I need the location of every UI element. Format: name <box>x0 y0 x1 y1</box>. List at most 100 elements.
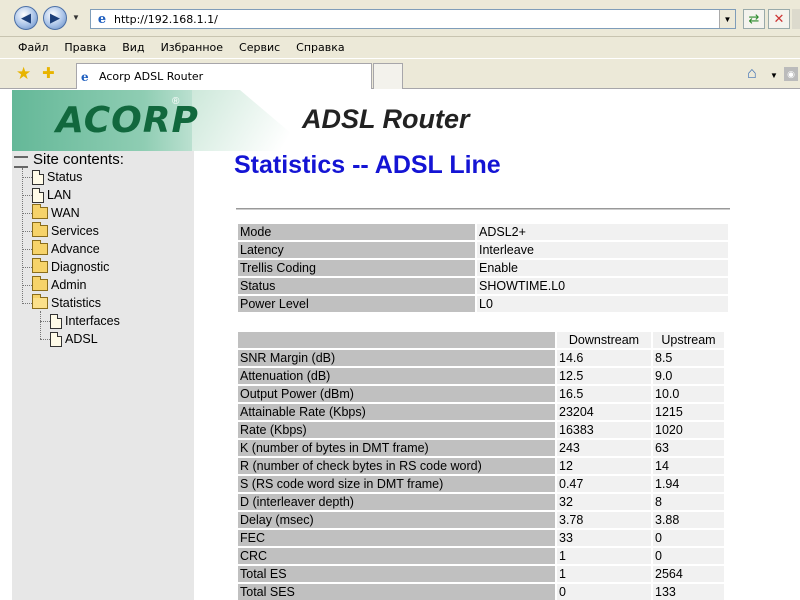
row-label: Attainable Rate (Kbps) <box>238 404 555 420</box>
table-row: D (interleaver depth) 32 8 <box>238 494 724 510</box>
tree-connector <box>40 311 41 339</box>
menu-favorites[interactable]: Избранное <box>161 41 223 54</box>
tree-connector <box>22 177 32 178</box>
sidebar: Site contents: Status LAN WAN Services A… <box>12 151 194 600</box>
downstream-value: 23204 <box>557 404 651 420</box>
table-row: CRC 1 0 <box>238 548 724 564</box>
table-row: FEC 33 0 <box>238 530 724 546</box>
menu-edit[interactable]: Правка <box>64 41 106 54</box>
home-dropdown-icon[interactable]: ▼ <box>770 71 778 80</box>
tab-acorp-router[interactable]: e Acorp ADSL Router <box>76 63 372 89</box>
stop-button[interactable]: ✕ <box>768 9 790 29</box>
rss-icon[interactable]: ◉ <box>784 67 798 81</box>
row-label: K (number of bytes in DMT frame) <box>238 440 555 456</box>
row-label: Total SES <box>238 584 555 600</box>
tree-connector <box>22 168 23 304</box>
table-row: Attenuation (dB) 12.5 9.0 <box>238 368 724 384</box>
sidebar-item-admin[interactable]: Admin <box>32 276 86 294</box>
main-content: Statistics -- ADSL Line Mode ADSL2+ Laten… <box>194 151 800 600</box>
sidebar-item-label[interactable]: Admin <box>51 278 86 292</box>
sidebar-item-status[interactable]: Status <box>32 168 82 186</box>
table-row: Status SHOWTIME.L0 <box>238 278 728 294</box>
row-label: Status <box>238 278 475 294</box>
stop-icon: ✕ <box>773 11 785 26</box>
sidebar-item-label[interactable]: Interfaces <box>65 314 120 328</box>
row-label: Rate (Kbps) <box>238 422 555 438</box>
sidebar-item-label[interactable]: Advance <box>51 242 100 256</box>
url-input[interactable]: e http://192.168.1.1/ ▼ <box>90 9 736 29</box>
sidebar-item-label[interactable]: LAN <box>47 188 71 202</box>
sidebar-item-interfaces[interactable]: Interfaces <box>50 312 120 330</box>
menu-tools[interactable]: Сервис <box>239 41 280 54</box>
sidebar-item-label[interactable]: Diagnostic <box>51 260 109 274</box>
back-button[interactable]: ◀ <box>14 6 38 30</box>
sidebar-item-wan[interactable]: WAN <box>32 204 80 222</box>
downstream-value: 3.78 <box>557 512 651 528</box>
sidebar-item-label[interactable]: Status <box>47 170 82 184</box>
menu-help[interactable]: Справка <box>296 41 344 54</box>
row-value: SHOWTIME.L0 <box>477 278 728 294</box>
menu-view[interactable]: Вид <box>122 41 144 54</box>
add-favorite-icon[interactable]: ✚ <box>42 64 55 82</box>
downstream-value: 12 <box>557 458 651 474</box>
upstream-value: 0 <box>653 548 724 564</box>
sidebar-item-label[interactable]: Services <box>51 224 99 238</box>
downstream-value: 0.47 <box>557 476 651 492</box>
url-text[interactable]: http://192.168.1.1/ <box>114 13 218 26</box>
row-label: D (interleaver depth) <box>238 494 555 510</box>
sidebar-item-diagnostic[interactable]: Diagnostic <box>32 258 109 276</box>
url-dropdown-icon[interactable]: ▼ <box>719 10 735 28</box>
sidebar-item-services[interactable]: Services <box>32 222 99 240</box>
sidebar-item-lan[interactable]: LAN <box>32 186 71 204</box>
favorites-star-icon[interactable]: ★ <box>16 64 31 84</box>
row-label: Output Power (dBm) <box>238 386 555 402</box>
upstream-value: 8.5 <box>653 350 724 366</box>
table-row: Mode ADSL2+ <box>238 224 728 240</box>
sidebar-item-adsl[interactable]: ADSL <box>50 330 98 348</box>
table-row: K (number of bytes in DMT frame) 243 63 <box>238 440 724 456</box>
refresh-button[interactable]: ⇄ <box>743 9 765 29</box>
downstream-value: 16383 <box>557 422 651 438</box>
sidebar-item-label[interactable]: ADSL <box>65 332 98 346</box>
sidebar-item-statistics[interactable]: Statistics <box>32 294 101 312</box>
document-icon <box>32 169 44 185</box>
new-tab-button[interactable] <box>373 63 403 89</box>
forward-button[interactable]: ▶ <box>43 6 67 30</box>
menu-file[interactable]: Файл <box>18 41 48 54</box>
registered-mark-icon: ® <box>172 96 180 107</box>
document-icon <box>32 187 44 203</box>
folder-icon <box>32 276 48 291</box>
header-blank <box>238 332 555 348</box>
history-dropdown-icon[interactable]: ▼ <box>72 13 80 22</box>
table-row: Delay (msec) 3.78 3.88 <box>238 512 724 528</box>
downstream-value: 1 <box>557 548 651 564</box>
upstream-value: 3.88 <box>653 512 724 528</box>
row-value: ADSL2+ <box>477 224 728 240</box>
sidebar-item-label[interactable]: WAN <box>51 206 80 220</box>
upstream-value: 0 <box>653 530 724 546</box>
divider <box>236 208 730 210</box>
row-value: Enable <box>477 260 728 276</box>
upstream-value: 2564 <box>653 566 724 582</box>
folder-icon <box>32 240 48 255</box>
ie-page-icon: e <box>97 11 107 27</box>
site-contents-label: Site contents: <box>33 151 124 168</box>
tab-bar: ★ ✚ e Acorp ADSL Router ⌂ ▼ ◉ <box>0 59 800 89</box>
line-mode-table: Mode ADSL2+ Latency Interleave Trellis Cod… <box>236 222 730 314</box>
site-contents-header: Site contents: <box>14 151 124 168</box>
home-icon[interactable]: ⌂ <box>747 65 757 83</box>
sidebar-item-advance[interactable]: Advance <box>32 240 100 258</box>
table-row: Trellis Coding Enable <box>238 260 728 276</box>
folder-icon <box>32 222 48 237</box>
downstream-value: 243 <box>557 440 651 456</box>
tree-connector <box>40 321 50 322</box>
sidebar-item-label[interactable]: Statistics <box>51 296 101 310</box>
folder-icon <box>32 204 48 219</box>
downstream-value: 0 <box>557 584 651 600</box>
back-arrow-icon: ◀ <box>21 10 31 25</box>
document-icon <box>50 313 62 329</box>
tree-connector <box>22 231 32 232</box>
table-header-row: Downstream Upstream <box>238 332 724 348</box>
menu-bar: Файл Правка Вид Избранное Сервис Справка <box>0 37 800 59</box>
row-label: Attenuation (dB) <box>238 368 555 384</box>
